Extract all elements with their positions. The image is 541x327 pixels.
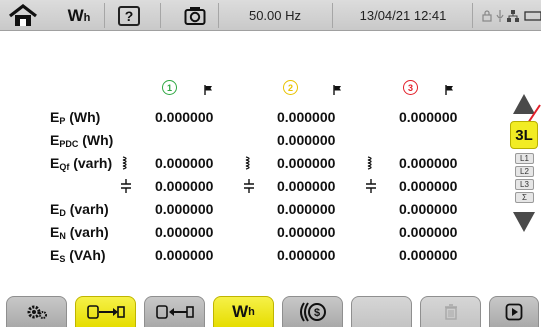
phase-l1-button[interactable]: L1 xyxy=(515,153,534,164)
wh-tab-label: W xyxy=(232,302,249,321)
currency-icon: $ xyxy=(299,302,326,322)
lock-icon xyxy=(480,0,494,31)
home-icon[interactable] xyxy=(6,0,40,31)
status-bar: Wh Wh ? 50.00 Hz 13/04/21 12:41 xyxy=(0,0,541,31)
svg-text:$: $ xyxy=(313,307,319,319)
phase-3-label: 3 xyxy=(407,82,413,93)
value-cell: 0.000000 xyxy=(277,109,336,125)
phase-l3-button[interactable]: L3 xyxy=(515,179,534,190)
empty-tab xyxy=(351,296,412,327)
value-cell: 0.000000 xyxy=(399,109,458,125)
value-cell: 0.000000 xyxy=(155,178,214,194)
play-icon xyxy=(505,303,523,321)
value-cell: 0.000000 xyxy=(399,224,458,240)
wh-tab-label-sub: h xyxy=(248,306,255,318)
capacitive-icon xyxy=(120,179,132,198)
row-label-epdc: EPDC (Wh) xyxy=(50,132,114,149)
flag-icon xyxy=(445,82,454,100)
datetime-readout: 13/04/21 12:41 xyxy=(359,8,447,23)
reset-tab xyxy=(420,296,481,327)
value-cell: 0.000000 xyxy=(277,224,336,240)
row-label-ep: EP (Wh) xyxy=(50,109,101,126)
inductive-icon xyxy=(367,156,375,175)
camera-icon[interactable] xyxy=(180,0,210,31)
mic-icon xyxy=(494,0,506,31)
cost-tab[interactable]: $ xyxy=(282,296,343,327)
value-cell: 0.000000 xyxy=(155,224,214,240)
phase-2-label: 2 xyxy=(287,82,293,93)
row-label-es: ES (VAh) xyxy=(50,247,106,264)
inductive-icon xyxy=(122,156,130,175)
battery-icon xyxy=(524,0,541,31)
capacitive-icon xyxy=(243,179,255,198)
value-cell: 0.000000 xyxy=(277,201,336,217)
scroll-down-button[interactable] xyxy=(509,210,539,234)
capacitive-icon xyxy=(365,179,377,198)
network-icon xyxy=(506,0,520,31)
value-cell: 0.000000 xyxy=(155,109,214,125)
help-label: ? xyxy=(118,5,140,26)
inductive-icon xyxy=(245,156,253,175)
value-cell: 0.000000 xyxy=(277,132,336,148)
energy-generated-tab[interactable] xyxy=(144,296,205,327)
phase-l2-button[interactable]: L2 xyxy=(515,166,534,177)
phase-sum-button[interactable]: Σ xyxy=(515,192,534,203)
energy-table: 1 2 3 EP (Wh) EPDC (Wh) EQf (varh) ED (v… xyxy=(0,31,500,281)
value-cell: 0.000000 xyxy=(399,201,458,217)
value-cell: 0.000000 xyxy=(277,247,336,263)
value-cell: 0.000000 xyxy=(399,178,458,194)
meter-consumed-icon xyxy=(86,305,125,319)
phase-2-badge: 2 xyxy=(283,80,298,95)
gear-icon xyxy=(27,305,47,319)
mode-label: Wh Wh xyxy=(62,0,96,31)
value-cell: 0.000000 xyxy=(155,155,214,171)
play-tab[interactable] xyxy=(489,296,539,327)
frequency-readout: 50.00 Hz xyxy=(248,8,302,23)
value-cell: 0.000000 xyxy=(277,155,336,171)
row-label-en: EN (varh) xyxy=(50,224,109,241)
triangle-down-icon xyxy=(513,212,535,232)
settings-tab[interactable] xyxy=(6,296,67,327)
row-label-ed: ED (varh) xyxy=(50,201,109,218)
value-cell: 0.000000 xyxy=(155,201,214,217)
help-icon[interactable]: ? xyxy=(114,0,144,31)
energy-consumed-tab[interactable] xyxy=(75,296,136,327)
flag-icon xyxy=(204,82,213,100)
value-cell: 0.000000 xyxy=(155,247,214,263)
phase-selector-3l[interactable]: 3L xyxy=(510,121,538,149)
value-cell: 0.000000 xyxy=(399,155,458,171)
mode-display: Wh xyxy=(67,5,91,25)
flag-icon xyxy=(333,82,342,100)
wh-tab[interactable]: Wh xyxy=(213,296,274,327)
trash-icon xyxy=(444,304,457,320)
phase-3-badge: 3 xyxy=(403,80,418,95)
value-cell: 0.000000 xyxy=(399,247,458,263)
phase-1-label: 1 xyxy=(166,82,172,93)
value-cell: 0.000000 xyxy=(277,178,336,194)
bottom-tab-bar: Wh $ xyxy=(0,296,541,327)
phase-1-badge: 1 xyxy=(162,80,177,95)
meter-generated-icon xyxy=(155,305,194,319)
row-label-eqf: EQf (varh) xyxy=(50,155,113,172)
